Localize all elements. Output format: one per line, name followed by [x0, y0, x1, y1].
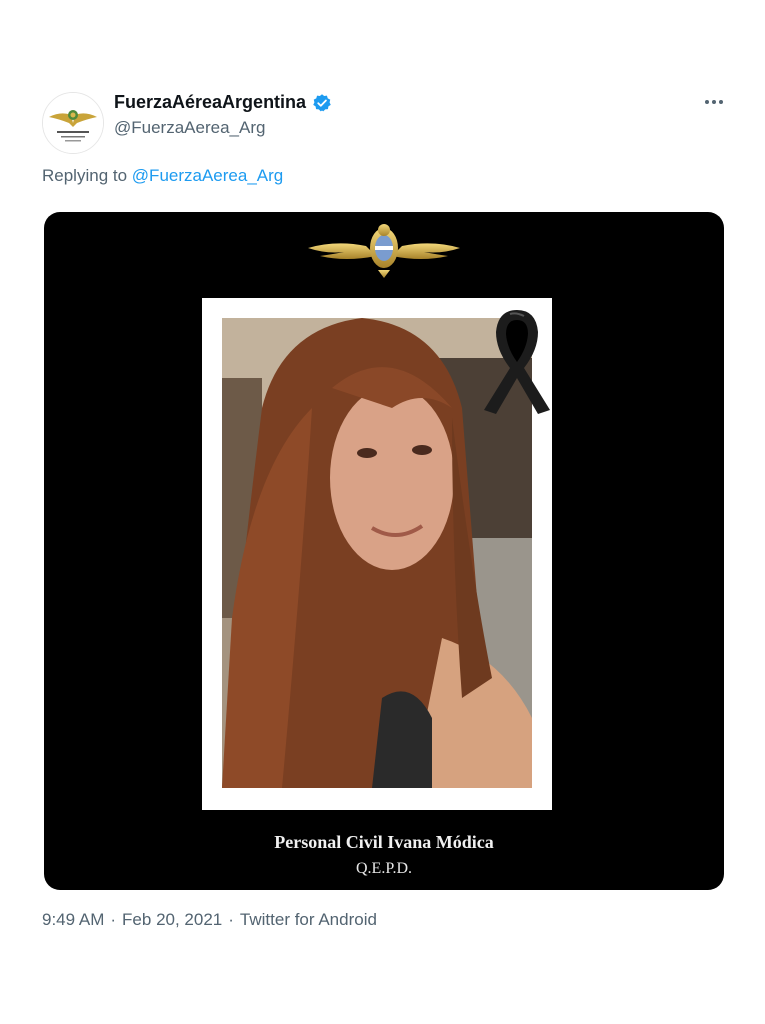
tweet-media[interactable]: Personal Civil Ivana Módica Q.E.P.D. [44, 212, 724, 890]
author-display-name[interactable]: FuerzaAéreaArgentina [114, 92, 306, 113]
tweet: FuerzaAéreaArgentina @FuerzaAerea_Arg Re… [0, 0, 765, 1024]
more-options-icon[interactable] [700, 90, 728, 114]
avatar[interactable] [42, 92, 104, 154]
meta-separator: · [228, 910, 234, 929]
tweet-client-link[interactable]: Twitter for Android [240, 910, 377, 930]
tweet-time[interactable]: 9:49 AM [42, 910, 104, 930]
verified-badge-icon [313, 93, 331, 111]
replying-label: Replying to [42, 166, 128, 185]
tweet-date[interactable]: Feb 20, 2021 [122, 910, 222, 930]
tweet-meta: 9:49 AM · Feb 20, 2021 · Twitter for And… [42, 910, 377, 930]
mourning-ribbon-icon [484, 310, 550, 414]
meta-separator: · [110, 910, 117, 929]
winged-emblem-icon [308, 224, 460, 278]
author-name-row[interactable]: FuerzaAéreaArgentina [114, 92, 332, 113]
memorial-caption-rip: Q.E.P.D. [355, 860, 412, 877]
replying-mention-link[interactable]: @FuerzaAerea_Arg [132, 166, 283, 185]
memorial-caption-name: Personal Civil Ivana Módica [274, 832, 494, 852]
author-handle[interactable]: @FuerzaAerea_Arg [114, 118, 265, 138]
replying-to: Replying to @FuerzaAerea_Arg [42, 166, 283, 186]
air-force-emblem-icon [43, 93, 103, 153]
